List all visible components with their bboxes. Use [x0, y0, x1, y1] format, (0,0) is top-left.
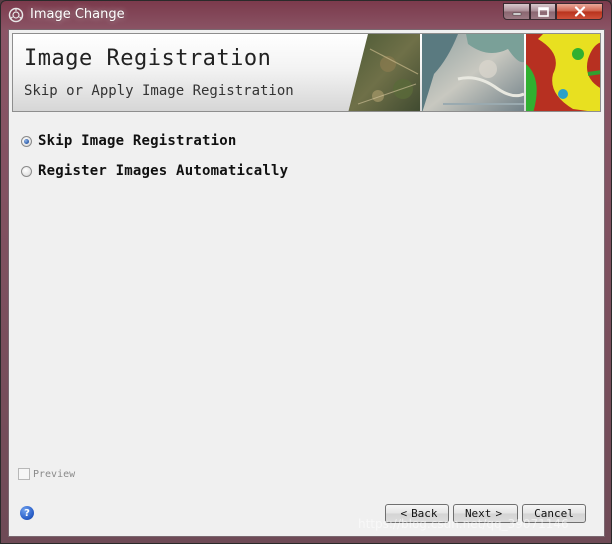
preview-toggle[interactable]: Preview — [18, 468, 75, 480]
watermark: https://blog.csdn.net/qq_39071146 — [358, 517, 569, 531]
window-title: Image Change — [30, 7, 125, 22]
header-title: Image Registration — [24, 46, 272, 71]
preview-checkbox[interactable] — [18, 468, 30, 480]
wizard-header: Image Registration Skip or Apply Image R… — [12, 33, 601, 112]
dialog-body: Image Registration Skip or Apply Image R… — [8, 29, 605, 537]
option-label: Skip Image Registration — [38, 133, 237, 149]
minimize-button[interactable] — [503, 3, 530, 20]
option-skip-registration[interactable]: Skip Image Registration — [21, 133, 236, 149]
close-icon — [574, 6, 585, 17]
maximize-icon — [537, 6, 549, 17]
radio-skip-registration[interactable] — [21, 135, 32, 147]
radio-register-automatically[interactable] — [21, 165, 32, 177]
close-button[interactable] — [556, 3, 603, 20]
minimize-icon — [512, 12, 521, 15]
title-bar[interactable]: Image Change — [1, 1, 611, 29]
help-glyph: ? — [24, 507, 30, 519]
help-icon[interactable]: ? — [20, 506, 34, 520]
maximize-button[interactable] — [530, 3, 556, 20]
header-subtitle: Skip or Apply Image Registration — [24, 83, 294, 99]
satellite-imagery-banner — [348, 34, 600, 111]
option-register-automatically[interactable]: Register Images Automatically — [21, 163, 288, 179]
option-label: Register Images Automatically — [38, 163, 289, 179]
app-icon — [8, 7, 24, 23]
app-window: Image Change Image Registration Skip or … — [0, 0, 612, 544]
preview-label: Preview — [33, 468, 76, 480]
